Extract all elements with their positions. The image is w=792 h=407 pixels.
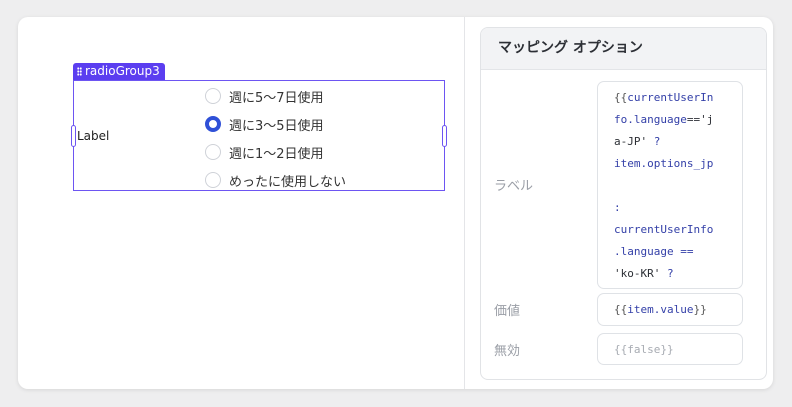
code-token: item.options_jp [614,157,714,170]
radio-button[interactable] [205,172,221,188]
code-token: a-JP' [614,135,648,148]
code-line: a-JP' ? [614,131,742,153]
radio-option-label: めったに使用しない [229,174,347,190]
radio-group-label: Label [77,129,110,143]
resize-handle-right[interactable] [442,125,447,147]
code-line: {{false}} [614,339,742,361]
radio-option-label: 週に1〜2日使用 [229,146,324,162]
value-field-name: 価値 [494,304,521,319]
value-code-editor[interactable]: {{item.value}} [597,293,743,326]
code-line: currentUserInfo [614,219,742,241]
radio-option[interactable]: 週に1〜2日使用 [205,142,324,162]
component-name-tag[interactable]: radioGroup3 [73,63,165,80]
code-token: =='j [686,113,714,126]
radio-option[interactable]: めったに使用しない [205,170,346,190]
drag-grip-icon[interactable] [77,67,82,76]
code-line: item.options_jp [614,153,742,175]
code-token: currentUserIn [627,91,714,104]
code-token: ? [647,135,661,148]
code-line: {{currentUserIn [614,87,742,109]
pane-divider[interactable] [464,17,465,389]
code-token: {{ [614,91,628,104]
disabled-code-editor[interactable]: {{false}} [597,333,743,365]
editor-card: radioGroup3 Label 週に5〜7日使用 週に3〜5日使用 週に1〜… [18,17,773,389]
radio-option[interactable]: 週に5〜7日使用 [205,86,324,106]
radio-option[interactable]: 週に3〜5日使用 [205,114,324,134]
label-field-name: ラベル [494,179,534,194]
radio-option-label: 週に3〜5日使用 [229,118,324,134]
label-code-editor[interactable]: {{currentUserIn fo.language=='j a-JP' ? ite… [597,81,743,289]
code-line: : [614,197,742,219]
panel-title: マッピング オプション [481,28,766,70]
code-token: item.value [627,303,694,316]
radio-option-label: 週に5〜7日使用 [229,90,324,106]
code-line: {{item.value}} [614,299,742,321]
code-token: : [614,201,621,214]
code-token: ? [660,267,674,280]
radio-button[interactable] [205,144,221,160]
code-token: }} [693,303,707,316]
radio-button-selected[interactable] [205,116,221,132]
radio-button[interactable] [205,88,221,104]
disabled-field-name: 無効 [494,344,521,359]
component-name: radioGroup3 [85,64,160,78]
code-token: {{ [614,303,628,316]
mapping-options-panel: マッピング オプション ラベル {{currentUserIn fo.langua… [480,27,767,380]
code-line: fo.language=='j [614,109,742,131]
code-token: .language == [614,245,694,258]
radio-group-component[interactable]: Label 週に5〜7日使用 週に3〜5日使用 週に1〜2日使用 めったに使用し… [71,80,447,191]
code-token: fo.language [614,113,687,126]
code-token: currentUserInfo [614,223,714,236]
code-line: .language == [614,241,742,263]
code-token: {{false}} [614,343,674,356]
code-token: 'ko-KR' [614,267,661,280]
code-line: 'ko-KR' ? [614,263,742,285]
resize-handle-left[interactable] [71,125,76,147]
